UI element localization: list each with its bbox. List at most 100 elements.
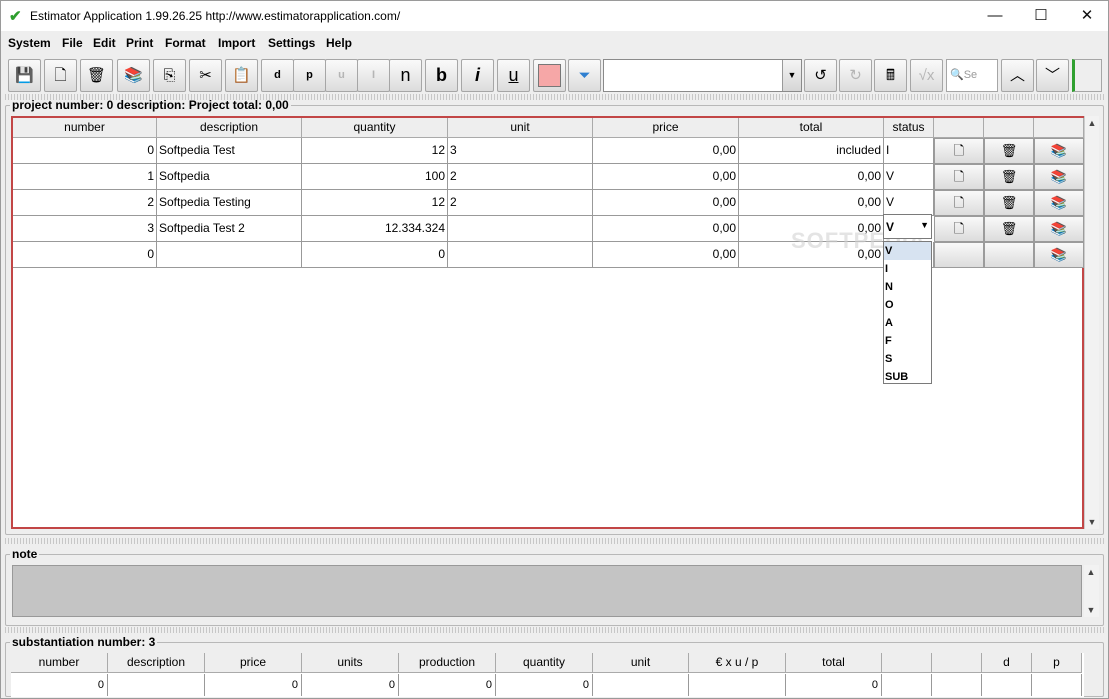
cell-quantity[interactable]: 12 — [302, 138, 448, 164]
status-option-a[interactable]: A — [884, 314, 931, 332]
sub-cell-description[interactable] — [108, 674, 205, 696]
cell-status[interactable]: V — [884, 164, 934, 190]
status-option-n[interactable]: N — [884, 278, 931, 296]
sub-col-units[interactable]: units — [302, 653, 399, 673]
underline-button[interactable]: u — [497, 59, 530, 92]
cell-price[interactable]: 0,00 — [593, 164, 739, 190]
sub-cell-units[interactable]: 0 — [302, 674, 399, 696]
menu-edit[interactable]: Edit — [93, 36, 116, 50]
row-delete-button[interactable]: 🗑 — [984, 190, 1034, 216]
cell-quantity[interactable]: 0 — [302, 242, 448, 268]
cell-price[interactable]: 0,00 — [593, 242, 739, 268]
undo-button[interactable]: ↺ — [804, 59, 837, 92]
scroll-down-icon[interactable]: ▼ — [1084, 603, 1098, 617]
cell-price[interactable]: 0,00 — [593, 190, 739, 216]
row-library-button[interactable]: 📚 — [1034, 242, 1084, 268]
redo-button[interactable]: ↻ — [839, 59, 872, 92]
sub-cell-unit[interactable] — [593, 674, 689, 696]
cell-description[interactable] — [157, 242, 302, 268]
close-button[interactable]: ✕ — [1064, 1, 1109, 31]
cell-number[interactable]: 3 — [13, 216, 157, 242]
filter-button[interactable]: ⏷ — [568, 59, 601, 92]
cut-button[interactable]: ✂ — [189, 59, 222, 92]
status-option-i[interactable]: I — [884, 260, 931, 278]
cell-unit[interactable] — [448, 242, 593, 268]
cell-number[interactable]: 0 — [13, 242, 157, 268]
status-option-f[interactable]: F — [884, 332, 931, 350]
filter-combo[interactable]: ▼ — [603, 59, 802, 92]
cell-total[interactable]: 0,00 — [739, 164, 884, 190]
cell-status[interactable]: I — [884, 138, 934, 164]
cell-description[interactable]: Softpedia Testing — [157, 190, 302, 216]
sub-cell-price[interactable]: 0 — [205, 674, 302, 696]
sub-col-price[interactable]: price — [205, 653, 302, 673]
col-header-unit[interactable]: unit — [448, 118, 593, 138]
menu-settings[interactable]: Settings — [268, 36, 315, 50]
row-delete-button[interactable]: 🗑 — [984, 216, 1034, 242]
cell-number[interactable]: 0 — [13, 138, 157, 164]
sub-col-number[interactable]: number — [11, 653, 108, 673]
col-header-status[interactable]: status — [884, 118, 934, 138]
save-button[interactable]: 💾 — [8, 59, 41, 92]
color-button[interactable] — [533, 59, 566, 92]
row-library-button[interactable]: 📚 — [1034, 164, 1084, 190]
sub-col-description[interactable]: description — [108, 653, 205, 673]
col-header-number[interactable]: number — [13, 118, 157, 138]
menu-format[interactable]: Format — [165, 36, 206, 50]
scroll-up-icon[interactable]: ▲ — [1085, 116, 1099, 130]
sub-cell-number[interactable]: 0 — [11, 674, 108, 696]
note-scrollbar[interactable]: ▲ ▼ — [1084, 565, 1099, 617]
menu-file[interactable]: File — [62, 36, 83, 50]
cell-total[interactable]: included — [739, 138, 884, 164]
maximize-button[interactable]: ☐ — [1018, 1, 1064, 31]
row-delete-button[interactable]: 🗑 — [984, 164, 1034, 190]
cell-unit[interactable] — [448, 216, 593, 242]
format-n-button[interactable]: n — [389, 59, 422, 92]
sub-cell-production[interactable]: 0 — [399, 674, 496, 696]
cell-price[interactable]: 0,00 — [593, 138, 739, 164]
italic-button[interactable]: i — [461, 59, 494, 92]
col-header-total[interactable]: total — [739, 118, 884, 138]
row-library-button[interactable]: 📚 — [1034, 138, 1084, 164]
row-library-button[interactable]: 📚 — [1034, 216, 1084, 242]
status-option-o[interactable]: O — [884, 296, 931, 314]
format-d-button[interactable]: d — [261, 59, 294, 92]
cell-description[interactable]: Softpedia — [157, 164, 302, 190]
row-library-button[interactable]: 📚 — [1034, 190, 1084, 216]
sub-cell-quantity[interactable]: 0 — [496, 674, 593, 696]
chevron-down-icon[interactable]: ▼ — [782, 60, 801, 91]
library-button[interactable]: 📚 — [117, 59, 150, 92]
cell-unit[interactable]: 3 — [448, 138, 593, 164]
status-option-v[interactable]: V — [884, 242, 931, 260]
scroll-down-icon[interactable]: ▼ — [1085, 515, 1099, 529]
formula-button[interactable]: √x — [910, 59, 943, 92]
cell-number[interactable]: 2 — [13, 190, 157, 216]
format-u-disabled-button[interactable]: u — [325, 59, 358, 92]
cell-status[interactable]: V — [884, 190, 934, 216]
row-edit-button[interactable]: 🗋 — [934, 190, 984, 216]
new-item-button[interactable]: 🗋 — [44, 59, 77, 92]
col-header-price[interactable]: price — [593, 118, 739, 138]
status-combo[interactable]: V ▼ — [883, 214, 932, 239]
menu-import[interactable]: Import — [218, 36, 255, 50]
sub-col-quantity[interactable]: quantity — [496, 653, 593, 673]
cell-price[interactable]: 0,00 — [593, 216, 739, 242]
cell-quantity[interactable]: 12 — [302, 190, 448, 216]
cell-quantity[interactable]: 12.334.324 — [302, 216, 448, 242]
cell-number[interactable]: 1 — [13, 164, 157, 190]
paste-button[interactable]: 📋 — [225, 59, 258, 92]
splitter[interactable] — [5, 627, 1104, 633]
status-option-sub[interactable]: SUB — [884, 368, 931, 386]
delete-button[interactable]: 🗑 — [80, 59, 113, 92]
col-header-quantity[interactable]: quantity — [302, 118, 448, 138]
row-delete-button[interactable]: 🗑 — [984, 138, 1034, 164]
format-p-button[interactable]: p — [293, 59, 326, 92]
search-input[interactable]: 🔍Se — [946, 59, 998, 92]
status-option-s[interactable]: S — [884, 350, 931, 368]
cell-unit[interactable]: 2 — [448, 190, 593, 216]
sub-col-unit[interactable]: unit — [593, 653, 689, 673]
sub-col-production[interactable]: production — [399, 653, 496, 673]
row-edit-button[interactable]: 🗋 — [934, 164, 984, 190]
cell-description[interactable]: Softpedia Test — [157, 138, 302, 164]
bold-button[interactable]: b — [425, 59, 458, 92]
